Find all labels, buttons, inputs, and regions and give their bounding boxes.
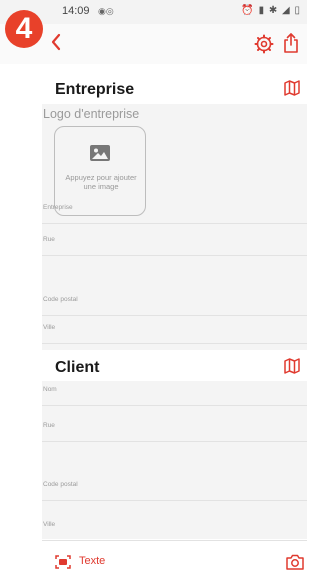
- client-city-field[interactable]: Ville: [42, 511, 307, 541]
- entreprise-street-field[interactable]: Rue: [42, 226, 307, 256]
- client-postal-code-field[interactable]: Code postal: [42, 471, 307, 501]
- camera-icon: [286, 554, 304, 570]
- bottom-toolbar: Texte: [0, 551, 307, 573]
- client-city-placeholder: Ville: [43, 521, 56, 528]
- gear-icon: [254, 34, 274, 54]
- client-title: Client: [55, 359, 100, 376]
- client-street-placeholder: Rue: [43, 422, 55, 429]
- entreprise-city-placeholder: Ville: [43, 324, 56, 331]
- chevron-left-icon: [51, 33, 61, 51]
- entreprise-panel: Logo d'entreprise Appuyez pour ajouter u…: [42, 104, 307, 360]
- entreprise-street-placeholder: Rue: [43, 236, 55, 243]
- entreprise-map-button[interactable]: [283, 79, 301, 97]
- entreprise-city-field[interactable]: Ville: [42, 314, 307, 344]
- text-scan-label: Texte: [79, 555, 106, 567]
- settings-button[interactable]: [254, 34, 274, 54]
- status-bar: 14:09 ◉◎ ⏰ ▮ ✱ ◢ ▯: [0, 0, 307, 24]
- entreprise-name-field[interactable]: Entreprise: [42, 194, 307, 224]
- entreprise-postal-code-placeholder: Code postal: [43, 296, 78, 303]
- step-badge: 4: [5, 10, 43, 48]
- camera-button[interactable]: [285, 554, 305, 572]
- map-icon: [284, 358, 300, 374]
- notification-icons: ◉◎: [98, 6, 114, 16]
- system-status-icons: ⏰ ▮ ✱ ◢ ▯: [241, 5, 301, 16]
- logo-picker-hint: Appuyez pour ajouter une image: [65, 173, 137, 191]
- logo-label: Logo d'entreprise: [43, 107, 140, 121]
- entreprise-title: Entreprise: [55, 81, 135, 98]
- entreprise-section-header: Entreprise: [0, 72, 307, 106]
- share-icon: [284, 33, 298, 53]
- client-name-placeholder: Nom: [43, 386, 57, 393]
- app-bar: [0, 24, 307, 64]
- share-button[interactable]: [282, 32, 302, 54]
- client-name-field[interactable]: Nom: [42, 376, 307, 406]
- map-icon: [284, 80, 300, 96]
- entreprise-postal-code-field[interactable]: Code postal: [42, 286, 307, 316]
- client-map-button[interactable]: [283, 357, 301, 375]
- image-icon: [90, 145, 110, 161]
- client-panel: Nom Rue Code postal Ville: [42, 381, 307, 541]
- client-street-field[interactable]: Rue: [42, 412, 307, 442]
- entreprise-name-placeholder: Entreprise: [43, 204, 73, 211]
- client-postal-code-placeholder: Code postal: [43, 481, 78, 488]
- text-scan-icon: [55, 555, 71, 569]
- back-button[interactable]: [50, 32, 68, 54]
- status-time: 14:09: [62, 5, 90, 17]
